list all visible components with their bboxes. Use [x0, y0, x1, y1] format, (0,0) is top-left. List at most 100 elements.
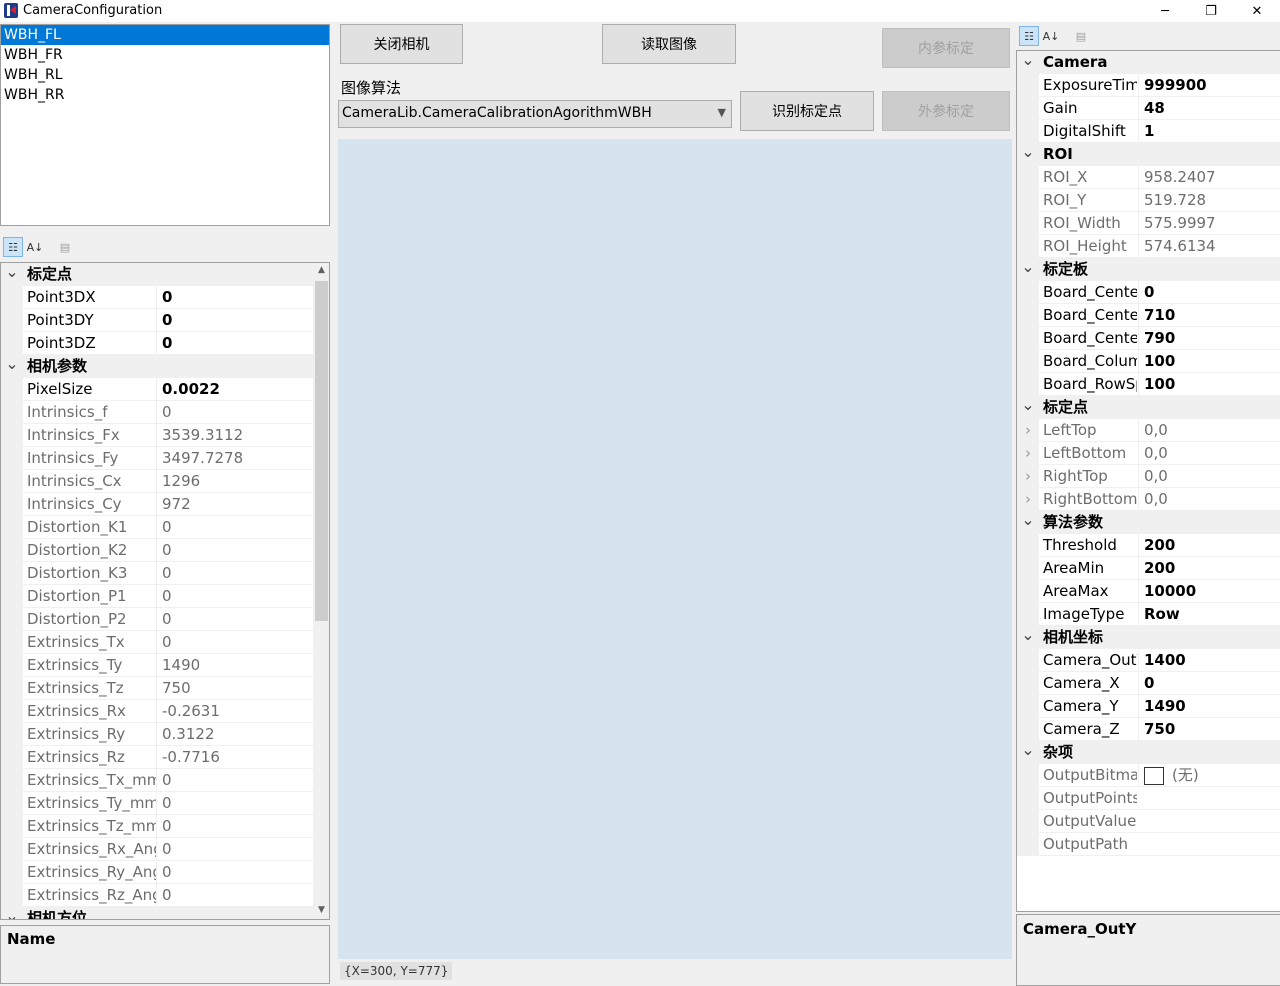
property-value[interactable]: 0.0022: [156, 378, 220, 400]
right-grid-property-row[interactable]: › RightBottom 0,0: [1017, 488, 1280, 511]
right-grid-property-row[interactable]: ROI_Height 574.6134: [1017, 235, 1280, 258]
right-grid-property-row[interactable]: › LeftTop 0,0: [1017, 419, 1280, 442]
right-grid-property-row[interactable]: › RightTop 0,0: [1017, 465, 1280, 488]
close-camera-button[interactable]: 关闭相机: [340, 24, 463, 64]
left-grid-property-row[interactable]: Point3DZ 0: [1, 332, 313, 355]
left-grid-property-row[interactable]: Intrinsics_Fx 3539.3112: [1, 424, 313, 447]
right-grid-property-row[interactable]: DigitalShift 1: [1017, 120, 1280, 143]
collapse-chevron-icon[interactable]: ⌄: [1017, 741, 1039, 764]
extrinsic-calibration-button[interactable]: 外参标定: [882, 91, 1010, 131]
right-property-grid[interactable]: ⌄CameraExposureTime999900Gain48DigitalSh…: [1016, 50, 1280, 912]
property-pages-button[interactable]: ▤: [55, 237, 75, 257]
property-value[interactable]: 999900: [1138, 74, 1207, 96]
right-grid-property-row[interactable]: OutputPoints: [1017, 787, 1280, 810]
left-grid-property-row[interactable]: Intrinsics_f 0: [1, 401, 313, 424]
left-grid-property-row[interactable]: Extrinsics_Rz -0.7716: [1, 746, 313, 769]
left-grid-property-row[interactable]: Extrinsics_Tz 750: [1, 677, 313, 700]
right-grid-property-row[interactable]: › LeftBottom 0,0: [1017, 442, 1280, 465]
right-grid-category[interactable]: ⌄ ROI: [1017, 143, 1280, 166]
left-property-grid[interactable]: ⌄ 标定点 Point3DX 0 Point3DY 0 Point3DZ 0 ⌄ 相机参数 Pixe…: [0, 262, 330, 920]
property-value[interactable]: 0: [156, 286, 172, 308]
scroll-thumb[interactable]: [315, 281, 328, 621]
detect-points-button[interactable]: 识别标定点: [740, 91, 874, 131]
collapse-chevron-icon[interactable]: ⌄: [1, 907, 23, 919]
left-grid-category[interactable]: ⌄ 相机方位: [1, 907, 313, 919]
property-value[interactable]: 790: [1138, 327, 1175, 349]
left-grid-property-row[interactable]: Extrinsics_Ty_mm 0: [1, 792, 313, 815]
property-value[interactable]: 0: [156, 309, 172, 331]
right-grid-category[interactable]: ⌄ Camera: [1017, 51, 1280, 74]
right-grid-property-row[interactable]: OutputBitmap(无): [1017, 764, 1280, 787]
right-grid-category[interactable]: ⌄ 标定点: [1017, 396, 1280, 419]
right-grid-property-row[interactable]: Threshold 200: [1017, 534, 1280, 557]
left-grid-scrollbar[interactable]: ▲ ▼: [313, 263, 329, 919]
categorized-view-button-right[interactable]: ☷: [1019, 26, 1039, 46]
property-pages-button-right[interactable]: ▤: [1071, 26, 1091, 46]
property-value[interactable]: 0: [1138, 672, 1154, 694]
intrinsic-calibration-button[interactable]: 内参标定: [882, 28, 1010, 68]
left-grid-property-row[interactable]: Intrinsics_Cx 1296: [1, 470, 313, 493]
collapse-chevron-icon[interactable]: ⌄: [1017, 511, 1039, 534]
left-grid-property-row[interactable]: Distortion_P1 0: [1, 585, 313, 608]
right-grid-property-row[interactable]: AreaMax 10000: [1017, 580, 1280, 603]
left-grid-property-row[interactable]: Intrinsics_Fy 3497.7278: [1, 447, 313, 470]
property-value[interactable]: 48: [1138, 97, 1165, 119]
expand-chevron-icon[interactable]: ›: [1017, 442, 1039, 465]
right-grid-property-row[interactable]: Board_CenterZ790: [1017, 327, 1280, 350]
right-grid-property-row[interactable]: ROI_X 958.2407: [1017, 166, 1280, 189]
expand-chevron-icon[interactable]: ›: [1017, 465, 1039, 488]
left-grid-property-row[interactable]: Distortion_K3 0: [1, 562, 313, 585]
expand-chevron-icon[interactable]: ›: [1017, 488, 1039, 511]
image-view[interactable]: [338, 139, 1012, 959]
right-grid-property-row[interactable]: Board_RowSpace100: [1017, 373, 1280, 396]
left-grid-property-row[interactable]: PixelSize 0.0022: [1, 378, 313, 401]
right-grid-property-row[interactable]: Board_ColumnSpace100: [1017, 350, 1280, 373]
property-value[interactable]: 710: [1138, 304, 1175, 326]
property-value[interactable]: 10000: [1138, 580, 1196, 602]
right-grid-property-row[interactable]: Camera_Z 750: [1017, 718, 1280, 741]
right-grid-property-row[interactable]: ImageType Row: [1017, 603, 1280, 626]
collapse-chevron-icon[interactable]: ⌄: [1017, 51, 1039, 74]
scroll-down-icon[interactable]: ▼: [313, 905, 329, 917]
left-grid-property-row[interactable]: Extrinsics_Rx -0.2631: [1, 700, 313, 723]
categorized-view-button[interactable]: ☷: [3, 237, 23, 257]
right-grid-category[interactable]: ⌄ 标定板: [1017, 258, 1280, 281]
right-grid-property-row[interactable]: Camera_OutY 1400: [1017, 649, 1280, 672]
alphabetical-sort-button-right[interactable]: A↓: [1041, 26, 1061, 46]
right-grid-property-row[interactable]: OutputPath: [1017, 833, 1280, 856]
read-image-button[interactable]: 读取图像: [602, 24, 736, 64]
maximize-button[interactable]: ❐: [1188, 0, 1234, 22]
left-grid-property-row[interactable]: Distortion_K2 0: [1, 539, 313, 562]
camera-list[interactable]: WBH_FL WBH_FR WBH_RL WBH_RR: [0, 24, 330, 226]
property-value[interactable]: 200: [1138, 557, 1175, 579]
left-grid-property-row[interactable]: Point3DX 0: [1, 286, 313, 309]
left-grid-property-row[interactable]: Distortion_P2 0: [1, 608, 313, 631]
camera-list-item[interactable]: WBH_FL: [1, 25, 329, 45]
collapse-chevron-icon[interactable]: ⌄: [1017, 258, 1039, 281]
left-grid-category[interactable]: ⌄ 标定点: [1, 263, 313, 286]
right-grid-property-row[interactable]: Board_CenterY710: [1017, 304, 1280, 327]
property-value[interactable]: 0: [1138, 281, 1154, 303]
right-grid-property-row[interactable]: AreaMin 200: [1017, 557, 1280, 580]
collapse-chevron-icon[interactable]: ⌄: [1, 355, 23, 378]
property-value[interactable]: 750: [1138, 718, 1175, 740]
left-grid-property-row[interactable]: Extrinsics_Ry_Ang 0: [1, 861, 313, 884]
close-window-button[interactable]: ✕: [1234, 0, 1280, 22]
left-grid-property-row[interactable]: Distortion_K1 0: [1, 516, 313, 539]
right-grid-property-row[interactable]: Gain 48: [1017, 97, 1280, 120]
camera-list-item[interactable]: WBH_RL: [1, 65, 329, 85]
right-grid-category[interactable]: ⌄ 算法参数: [1017, 511, 1280, 534]
left-grid-property-row[interactable]: Extrinsics_Tx_mm 0: [1, 769, 313, 792]
collapse-chevron-icon[interactable]: ⌄: [1, 263, 23, 286]
collapse-chevron-icon[interactable]: ⌄: [1017, 626, 1039, 649]
left-grid-property-row[interactable]: Extrinsics_Tx 0: [1, 631, 313, 654]
right-grid-property-row[interactable]: Camera_X 0: [1017, 672, 1280, 695]
property-value[interactable]: 1400: [1138, 649, 1186, 671]
right-grid-property-row[interactable]: OutputValue: [1017, 810, 1280, 833]
right-grid-property-row[interactable]: ROI_Y 519.728: [1017, 189, 1280, 212]
right-grid-property-row[interactable]: ROI_Width 575.9997: [1017, 212, 1280, 235]
right-grid-property-row[interactable]: Board_CenterX0: [1017, 281, 1280, 304]
collapse-chevron-icon[interactable]: ⌄: [1017, 396, 1039, 419]
scroll-up-icon[interactable]: ▲: [313, 265, 329, 277]
left-grid-property-row[interactable]: Extrinsics_Ty 1490: [1, 654, 313, 677]
